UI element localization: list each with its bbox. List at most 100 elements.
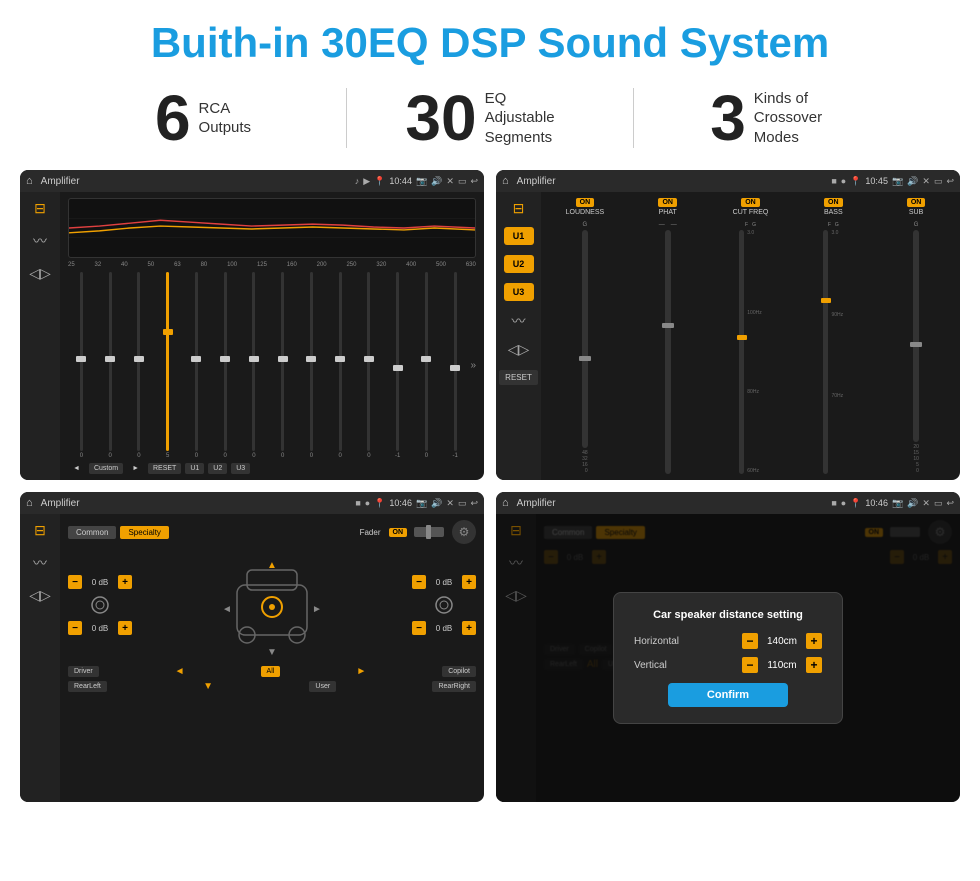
- music-icon-2: ■: [831, 176, 836, 186]
- vol-fr-minus[interactable]: −: [412, 575, 426, 589]
- back-icon[interactable]: ↩: [470, 176, 478, 187]
- s3-rearleft-btn[interactable]: RearLeft: [68, 681, 107, 692]
- s3-driver-btn[interactable]: Driver: [68, 666, 99, 677]
- eq-slider-10[interactable]: 0: [327, 272, 354, 459]
- s3-tab-common[interactable]: Common: [68, 526, 116, 539]
- eq-more-icon[interactable]: »: [471, 360, 477, 371]
- eq-next-btn[interactable]: ►: [127, 463, 144, 474]
- vol-fl-minus[interactable]: −: [68, 575, 82, 589]
- location-icon-2: 📍: [850, 176, 861, 187]
- eq-slider-14[interactable]: -1: [442, 272, 469, 459]
- eq-prev-btn[interactable]: ◄: [68, 463, 85, 474]
- vol-rr-value: 0 dB: [430, 624, 458, 633]
- screen-crossover-title: Amplifier: [517, 176, 828, 187]
- home-icon-3[interactable]: ⌂: [26, 497, 33, 509]
- home-icon-4[interactable]: ⌂: [502, 497, 509, 509]
- f-sidebar-icon-2[interactable]: 〰: [33, 553, 47, 573]
- music-icon-4: ■: [831, 498, 836, 508]
- screen-eq-topbar: ⌂ Amplifier ♪ ▶ 📍 10:44 📷 🔊 ✕ ▭ ↩: [20, 170, 484, 192]
- vol-fl-plus[interactable]: +: [118, 575, 132, 589]
- s3-arrow-down[interactable]: ▼: [203, 681, 213, 692]
- s3-rearright-btn[interactable]: RearRight: [432, 681, 476, 692]
- eq-slider-9[interactable]: 0: [298, 272, 325, 459]
- vol-rr-plus[interactable]: +: [462, 621, 476, 635]
- co-sidebar-icon-2[interactable]: 〰: [512, 311, 526, 331]
- s3-user-btn[interactable]: User: [309, 681, 336, 692]
- eq-sidebar-icon-3[interactable]: ◁▷: [29, 265, 51, 282]
- eq-slider-2[interactable]: 0: [97, 272, 124, 459]
- co-loudness-on[interactable]: ON: [576, 198, 595, 207]
- back-icon-3[interactable]: ↩: [470, 498, 478, 509]
- eq-reset-btn[interactable]: RESET: [148, 463, 181, 474]
- back-icon-4[interactable]: ↩: [946, 498, 954, 509]
- dialog-horizontal-minus[interactable]: −: [742, 633, 758, 649]
- dialog-vertical-minus[interactable]: −: [742, 657, 758, 673]
- s3-vol-fr: − 0 dB +: [412, 575, 476, 589]
- co-sidebar-icon-3[interactable]: ◁▷: [508, 341, 530, 358]
- eq-slider-11[interactable]: 0: [356, 272, 383, 459]
- eq-slider-12[interactable]: -1: [384, 272, 411, 459]
- co-sidebar-icon-1[interactable]: ⊟: [513, 200, 525, 217]
- eq-sidebar-icon-1[interactable]: ⊟: [34, 200, 46, 217]
- s3-arrow-right[interactable]: ►: [356, 666, 366, 677]
- eq-slider-4[interactable]: 5: [154, 272, 181, 459]
- screen-crossover: ⌂ Amplifier ■ ● 📍 10:45 📷 🔊 ✕ ▭ ↩ ⊟ U1 U…: [496, 170, 960, 480]
- screen-fader-topbar: ⌂ Amplifier ■ ● 📍 10:46 📷 🔊 ✕ ▭ ↩: [20, 492, 484, 514]
- s3-tab-specialty[interactable]: Specialty: [120, 526, 168, 539]
- eq-slider-5[interactable]: 0: [183, 272, 210, 459]
- co-u1-btn[interactable]: U1: [504, 227, 534, 245]
- x-icon-3: ✕: [446, 498, 454, 509]
- dialog-overlay: Car speaker distance setting Horizontal …: [496, 514, 960, 802]
- dialog-vertical-plus[interactable]: +: [806, 657, 822, 673]
- eq-u2-btn[interactable]: U2: [208, 463, 227, 474]
- co-sub-label: SUB: [909, 209, 923, 216]
- fader-settings-icon[interactable]: ⚙: [452, 520, 476, 544]
- home-icon[interactable]: ⌂: [26, 175, 33, 187]
- vol-rl-minus[interactable]: −: [68, 621, 82, 635]
- dialog-horizontal-plus[interactable]: +: [806, 633, 822, 649]
- co-u2-btn[interactable]: U2: [504, 255, 534, 273]
- back-icon-2[interactable]: ↩: [946, 176, 954, 187]
- dialog-vertical-value: 110cm: [762, 660, 802, 671]
- s3-arrow-left[interactable]: ◄: [175, 666, 185, 677]
- f-sidebar-icon-3[interactable]: ◁▷: [29, 587, 51, 604]
- vol-fr-plus[interactable]: +: [462, 575, 476, 589]
- eq-u1-btn[interactable]: U1: [185, 463, 204, 474]
- s3-copilot-btn[interactable]: Copilot: [442, 666, 476, 677]
- eq-slider-1[interactable]: 0: [68, 272, 95, 459]
- co-sub-on[interactable]: ON: [907, 198, 926, 207]
- svg-text:▲: ▲: [267, 560, 277, 571]
- screen-crossover-sidebar: ⊟ U1 U2 U3 〰 ◁▷ RESET: [496, 192, 541, 480]
- vol-rl-value: 0 dB: [86, 624, 114, 633]
- eq-slider-3[interactable]: 0: [126, 272, 153, 459]
- co-bass-on[interactable]: ON: [824, 198, 843, 207]
- eq-graph: [68, 198, 476, 258]
- volume-icon-3: 🔊: [431, 498, 442, 509]
- s3-all-btn[interactable]: All: [261, 666, 281, 677]
- screen-dialog-topbar: ⌂ Amplifier ■ ● 📍 10:46 📷 🔊 ✕ ▭ ↩: [496, 492, 960, 514]
- eq-slider-8[interactable]: 0: [269, 272, 296, 459]
- co-cutfreq-on[interactable]: ON: [741, 198, 760, 207]
- eq-slider-7[interactable]: 0: [241, 272, 268, 459]
- screen-dialog-content: ⊟ 〰 ◁▷ Common Specialty ON ⚙: [496, 514, 960, 802]
- co-cutfreq-label: CUT FREQ: [733, 209, 769, 216]
- screen-eq-title: Amplifier: [41, 176, 351, 187]
- vol-rl-plus[interactable]: +: [118, 621, 132, 635]
- x-icon-2: ✕: [922, 176, 930, 187]
- home-icon-2[interactable]: ⌂: [502, 175, 509, 187]
- vol-fr-value: 0 dB: [430, 578, 458, 587]
- f-sidebar-icon-1[interactable]: ⊟: [34, 522, 46, 539]
- stat-crossover: 3 Kinds ofCrossover Modes: [634, 86, 920, 150]
- fader-on-badge[interactable]: ON: [389, 528, 408, 537]
- eq-u3-btn[interactable]: U3: [231, 463, 250, 474]
- s3-vol-rl: − 0 dB +: [68, 621, 132, 635]
- co-u3-btn[interactable]: U3: [504, 283, 534, 301]
- screen-eq: ⌂ Amplifier ♪ ▶ 📍 10:44 📷 🔊 ✕ ▭ ↩ ⊟ 〰 ◁▷: [20, 170, 484, 480]
- eq-slider-6[interactable]: 0: [212, 272, 239, 459]
- eq-sidebar-icon-2[interactable]: 〰: [33, 231, 47, 251]
- co-reset-btn[interactable]: RESET: [499, 370, 538, 385]
- co-phat-on[interactable]: ON: [658, 198, 677, 207]
- eq-slider-13[interactable]: 0: [413, 272, 440, 459]
- vol-rr-minus[interactable]: −: [412, 621, 426, 635]
- confirm-button[interactable]: Confirm: [668, 683, 788, 707]
